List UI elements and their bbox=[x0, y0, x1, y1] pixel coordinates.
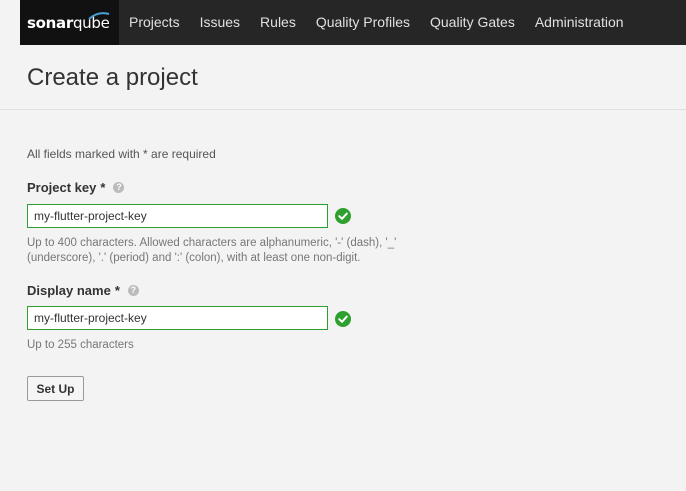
nav-quality-gates[interactable]: Quality Gates bbox=[420, 0, 525, 45]
logo-text-sonar: sonar bbox=[27, 13, 73, 32]
logo-wave-icon bbox=[88, 12, 110, 20]
required-fields-note: All fields marked with * are required bbox=[27, 147, 216, 161]
display-name-label-text: Display name bbox=[27, 283, 111, 298]
project-key-label: Project key * ? bbox=[27, 180, 125, 195]
set-up-button[interactable]: Set Up bbox=[27, 376, 84, 401]
top-navigation-bar: sonar qube Projects Issues Rules Quality … bbox=[20, 0, 686, 45]
nav-issues[interactable]: Issues bbox=[190, 0, 250, 45]
sonarqube-logo[interactable]: sonar qube bbox=[20, 0, 119, 45]
project-key-input[interactable] bbox=[27, 204, 328, 228]
project-key-hint: Up to 400 characters. Allowed characters… bbox=[27, 236, 427, 266]
display-name-input[interactable] bbox=[27, 306, 328, 330]
project-key-label-text: Project key bbox=[27, 180, 97, 195]
nav-administration[interactable]: Administration bbox=[525, 0, 634, 45]
display-name-label: Display name * ? bbox=[27, 283, 139, 298]
nav-rules[interactable]: Rules bbox=[250, 0, 306, 45]
display-name-hint: Up to 255 characters bbox=[27, 339, 134, 351]
required-mark: * bbox=[100, 180, 106, 195]
required-mark: * bbox=[114, 283, 120, 298]
nav-quality-profiles[interactable]: Quality Profiles bbox=[306, 0, 420, 45]
main-nav: Projects Issues Rules Quality Profiles Q… bbox=[119, 0, 634, 45]
project-key-hint-line2: (underscore), '.' (period) and ':' (colo… bbox=[27, 252, 361, 264]
check-circle-icon bbox=[335, 311, 351, 327]
check-circle-icon bbox=[335, 208, 351, 224]
nav-projects[interactable]: Projects bbox=[119, 0, 190, 45]
page-title: Create a project bbox=[27, 64, 198, 91]
question-circle-icon[interactable]: ? bbox=[127, 285, 139, 296]
project-key-hint-line1: Up to 400 characters. Allowed characters… bbox=[27, 237, 397, 249]
question-circle-icon[interactable]: ? bbox=[113, 182, 125, 193]
